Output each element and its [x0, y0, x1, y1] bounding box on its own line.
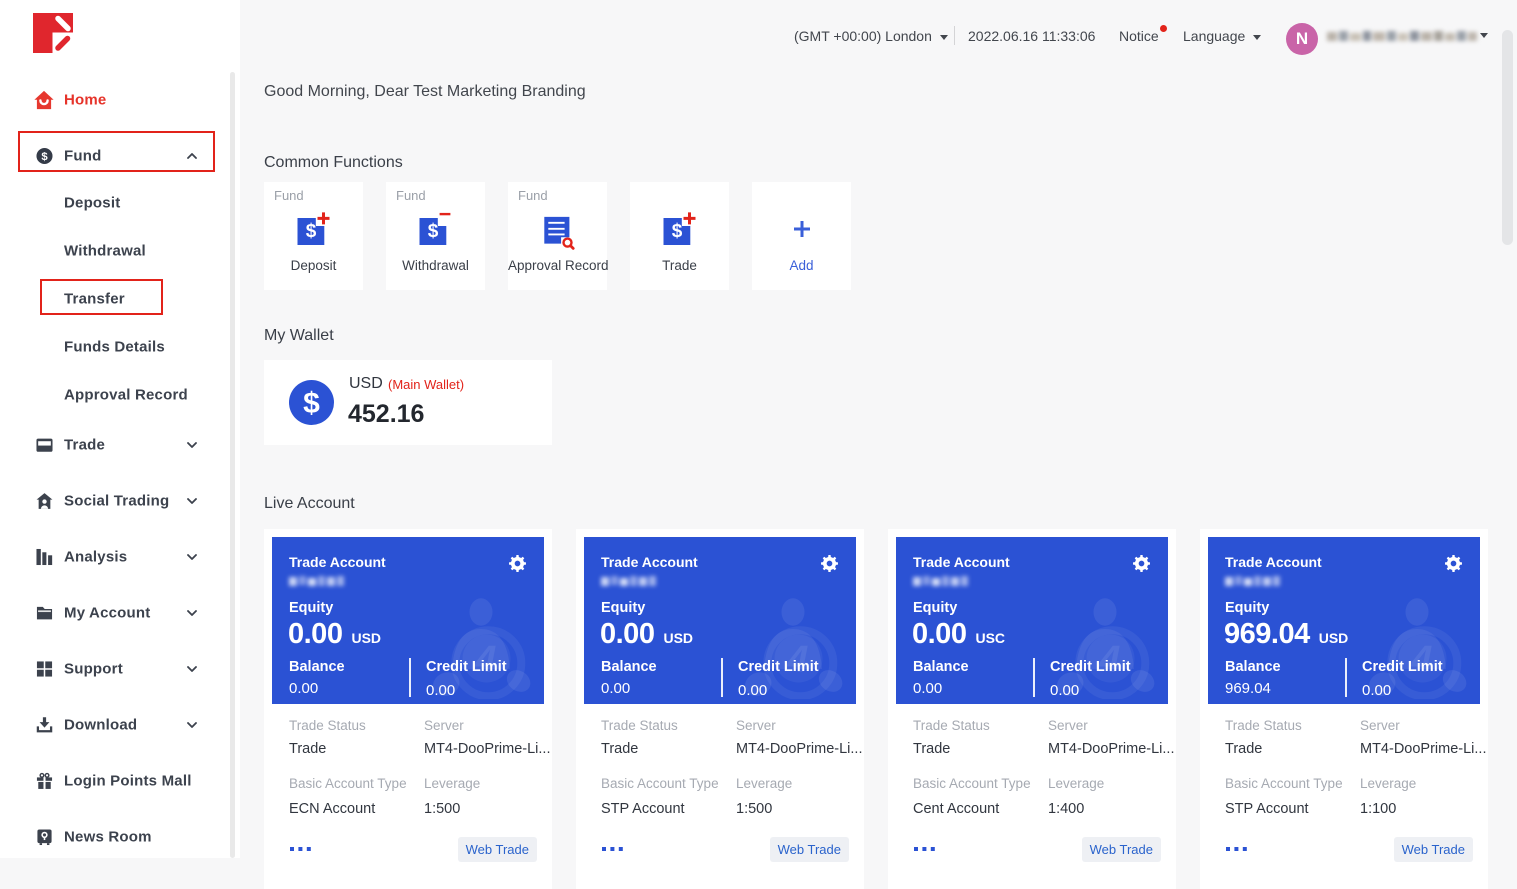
- svg-text:$: $: [305, 221, 316, 242]
- svg-text:$: $: [671, 221, 682, 242]
- svg-text:$: $: [303, 387, 320, 420]
- svg-text:$: $: [41, 151, 48, 163]
- svg-text:$: $: [427, 221, 438, 242]
